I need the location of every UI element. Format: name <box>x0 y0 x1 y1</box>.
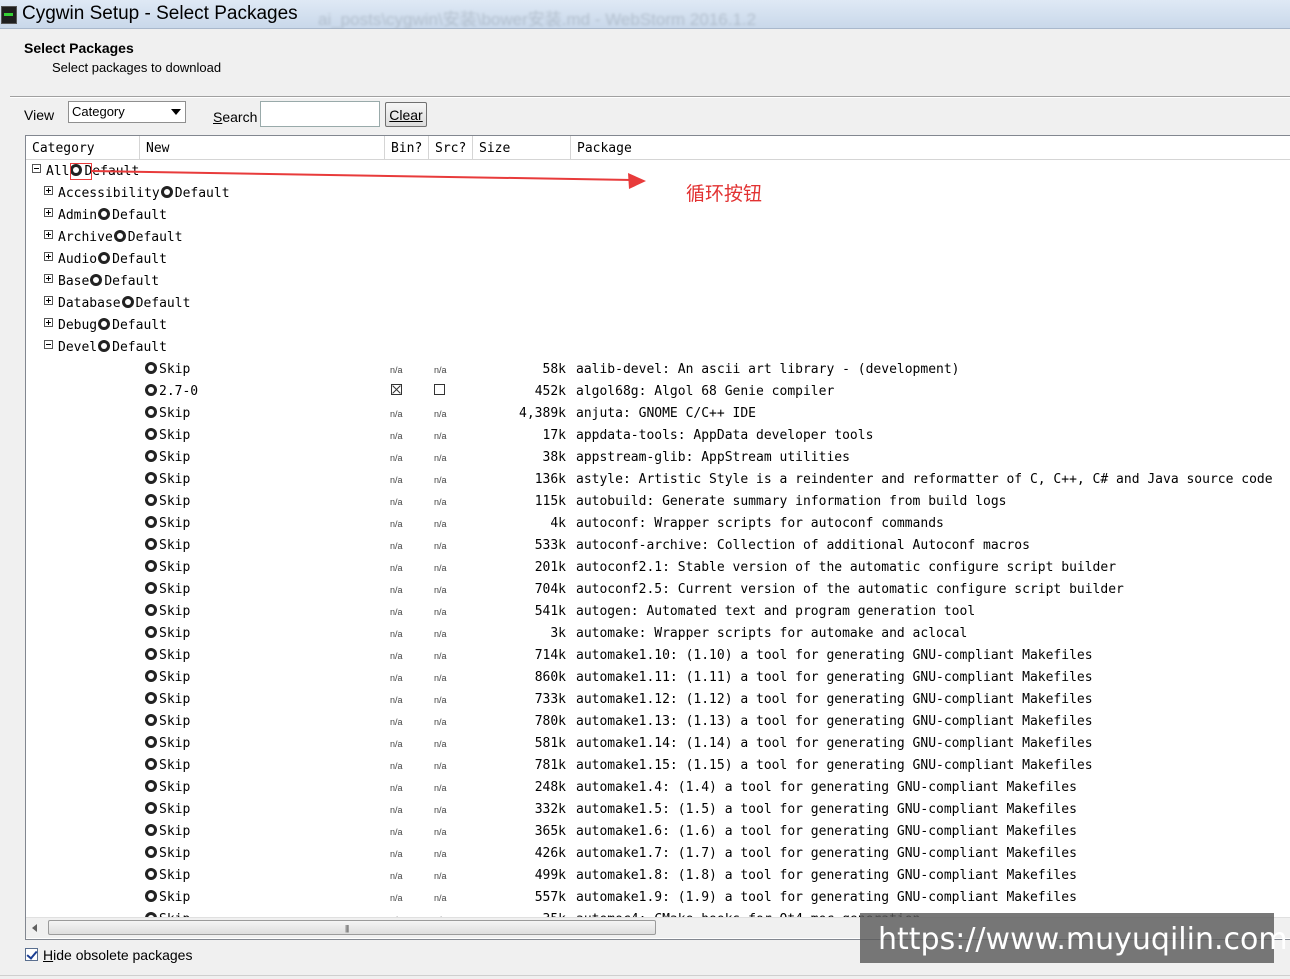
annotation-highlight-box <box>70 163 92 180</box>
annotation-arrow <box>91 170 646 189</box>
annotation-label: 循环按钮 <box>686 183 763 205</box>
annotation-arrow-head <box>628 173 646 189</box>
watermark-text: https://www.muyuqilin.com <box>878 922 1288 957</box>
annotation-arrow-line <box>91 170 633 181</box>
watermark: https://www.muyuqilin.com <box>860 913 1288 963</box>
